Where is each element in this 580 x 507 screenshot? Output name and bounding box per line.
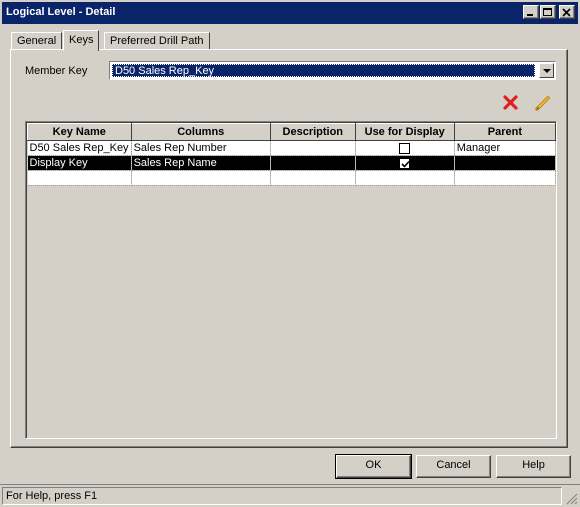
cancel-button[interactable]: Cancel [416,455,491,478]
header-use-for-display[interactable]: Use for Display [354,123,455,141]
status-text: For Help, press F1 [2,487,562,505]
use-for-display-checkbox[interactable] [399,142,411,154]
status-bar: For Help, press F1 [0,484,580,507]
table-header-row: Key Name Columns Description Use for Dis… [27,123,556,141]
minimize-icon [527,14,533,16]
help-button[interactable]: Help [496,455,571,478]
cell-parent[interactable] [454,170,556,186]
close-button[interactable] [559,5,575,19]
delete-key-button[interactable] [501,93,521,113]
edit-key-button[interactable] [533,93,553,113]
cell-use-for-display[interactable] [355,140,455,156]
title-bar[interactable]: Logical Level - Detail [0,0,580,24]
table-row[interactable]: D50 Sales Rep_Key Sales Rep Number Manag… [27,140,556,156]
checkmark-icon [401,160,410,168]
chevron-down-icon[interactable] [539,63,554,78]
keys-grid[interactable]: Key Name Columns Description Use for Dis… [25,121,557,439]
window-title: Logical Level - Detail [6,6,116,18]
tab-keys[interactable]: Keys [63,30,100,51]
red-x-delete-icon [503,95,518,110]
table-row[interactable]: Display Key Sales Rep Name [27,155,556,171]
cell-columns[interactable]: Sales Rep Number [131,140,271,156]
tab-general[interactable]: General [11,32,63,50]
ok-button[interactable]: OK [335,454,412,479]
table-row-empty[interactable] [27,170,556,186]
cell-use-for-display[interactable] [355,170,455,186]
cell-use-for-display[interactable] [355,155,455,171]
pencil-edit-icon [535,96,550,111]
member-key-value: D50 Sales Rep_Key [112,64,535,77]
cell-key-name[interactable]: Display Key [27,155,132,171]
maximize-button[interactable] [540,5,556,19]
header-columns[interactable]: Columns [130,123,271,141]
header-key-name[interactable]: Key Name [27,123,132,141]
keys-table: Key Name Columns Description Use for Dis… [27,123,556,186]
cell-description[interactable] [270,155,356,171]
cell-columns[interactable]: Sales Rep Name [131,155,271,171]
cell-columns[interactable] [131,170,271,186]
close-icon [562,8,571,17]
tab-preferred-drill-path[interactable]: Preferred Drill Path [104,32,210,50]
member-key-dropdown[interactable]: D50 Sales Rep_Key [109,61,556,80]
cell-description[interactable] [270,140,356,156]
cell-key-name[interactable]: D50 Sales Rep_Key [27,140,132,156]
cell-parent[interactable] [454,155,556,171]
maximize-icon [543,8,552,16]
cell-description[interactable] [270,170,356,186]
use-for-display-checkbox[interactable] [399,157,411,169]
cell-key-name[interactable] [27,170,132,186]
resize-grip-icon[interactable] [566,493,578,505]
member-key-label: Member Key [25,65,88,77]
minimize-button[interactable] [523,5,539,19]
header-parent[interactable]: Parent [453,123,556,141]
cell-parent[interactable]: Manager [454,140,556,156]
header-description[interactable]: Description [269,123,356,141]
